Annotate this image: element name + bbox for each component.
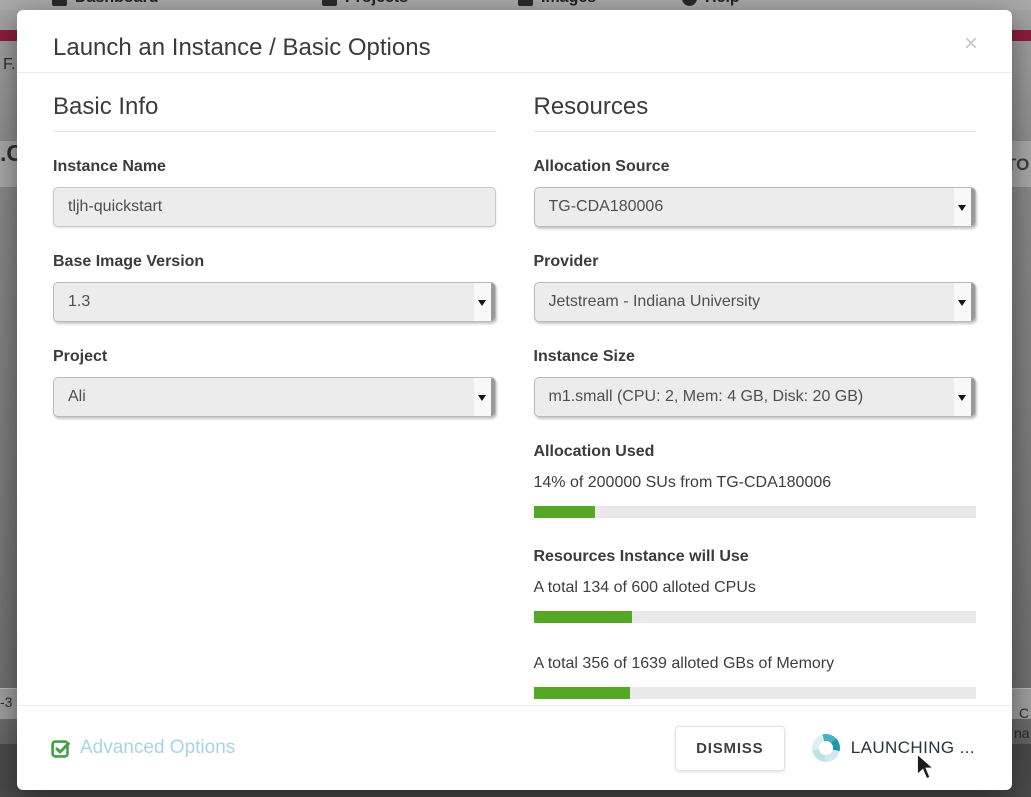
nav-label: Projects — [345, 0, 408, 7]
allocation-used-progressbar — [534, 506, 977, 518]
allocation-source-label: Allocation Source — [534, 158, 977, 175]
provider-select[interactable]: Jetstream - Indiana University — [534, 282, 977, 322]
select-value: TG-CDA180006 — [549, 198, 664, 216]
modal-footer: Advanced Options DISMISS LAUNCHING ... — [17, 705, 1012, 790]
allocation-used-label: Allocation Used — [534, 443, 977, 460]
dropdown-arrow-icon — [954, 283, 975, 321]
base-image-version-select[interactable]: 1.3 — [53, 282, 496, 322]
dashboard-icon — [52, 0, 67, 6]
instance-size-label: Instance Size — [534, 348, 977, 365]
checked-checkbox-icon — [50, 738, 71, 759]
dropdown-arrow-icon — [474, 378, 495, 416]
close-icon[interactable]: × — [964, 32, 978, 56]
background-text-fragment: C — [1019, 705, 1029, 721]
modal-header: Launch an Instance / Basic Options × — [17, 10, 1012, 73]
allocation-source-select[interactable]: TG-CDA180006 — [534, 187, 977, 227]
dismiss-button[interactable]: DISMISS — [675, 726, 785, 771]
modal-title: Launch an Instance / Basic Options — [53, 34, 431, 62]
instance-size-select[interactable]: m1.small (CPU: 2, Mem: 4 GB, Disk: 20 GB… — [534, 377, 977, 417]
advanced-options-link[interactable]: Advanced Options — [50, 737, 235, 759]
select-value: m1.small (CPU: 2, Mem: 4 GB, Disk: 20 GB… — [549, 388, 864, 406]
allocation-used-progress-fill — [534, 506, 596, 518]
nav-item-images[interactable]: Images — [518, 0, 596, 7]
select-value: Jetstream - Indiana University — [549, 293, 761, 311]
instance-name-label: Instance Name — [53, 158, 496, 175]
nav-label: Help — [705, 0, 740, 7]
cpu-usage-text: A total 134 of 600 alloted CPUs — [534, 579, 977, 596]
help-icon — [682, 0, 697, 6]
projects-icon — [322, 0, 337, 6]
base-image-version-label: Base Image Version — [53, 253, 496, 270]
launching-label: LAUNCHING ... — [851, 738, 975, 758]
memory-usage-text: A total 356 of 1639 alloted GBs of Memor… — [534, 655, 977, 672]
project-label: Project — [53, 348, 496, 365]
nav-label: Dashboard — [75, 0, 159, 7]
dropdown-arrow-icon — [954, 378, 975, 416]
launching-button[interactable]: LAUNCHING ... — [812, 734, 975, 762]
memory-usage-progress-fill — [534, 687, 630, 699]
resources-column: Resources Allocation Source TG-CDA180006… — [534, 73, 977, 699]
nav-item-dashboard[interactable]: Dashboard — [52, 0, 159, 7]
select-value: Ali — [68, 388, 86, 406]
select-value: 1.3 — [68, 293, 90, 311]
background-text-fragment: F. — [3, 56, 15, 74]
nav-label: Images — [541, 0, 596, 7]
loading-spinner-icon — [812, 734, 840, 762]
allocation-used-text: 14% of 200000 SUs from TG-CDA180006 — [534, 474, 977, 491]
dropdown-arrow-icon — [954, 188, 975, 226]
dropdown-arrow-icon — [474, 283, 495, 321]
launch-instance-modal: Launch an Instance / Basic Options × Bas… — [17, 10, 1012, 790]
images-icon — [518, 0, 533, 6]
project-select[interactable]: Ali — [53, 377, 496, 417]
provider-label: Provider — [534, 253, 977, 270]
background-text-fragment: na — [1014, 725, 1030, 741]
instance-usage-label: Resources Instance will Use — [534, 548, 977, 565]
resources-heading: Resources — [534, 93, 977, 132]
advanced-options-label: Advanced Options — [80, 737, 235, 759]
instance-name-input[interactable] — [53, 187, 496, 227]
basic-info-column: Basic Info Instance Name Base Image Vers… — [53, 73, 496, 699]
memory-usage-progressbar — [534, 687, 977, 699]
background-navbar: Dashboard Projects Images Help — [0, 0, 1031, 10]
basic-info-heading: Basic Info — [53, 93, 496, 132]
cpu-usage-progressbar — [534, 611, 977, 623]
nav-item-projects[interactable]: Projects — [322, 0, 408, 7]
nav-item-help[interactable]: Help — [682, 0, 740, 7]
cpu-usage-progress-fill — [534, 611, 633, 623]
